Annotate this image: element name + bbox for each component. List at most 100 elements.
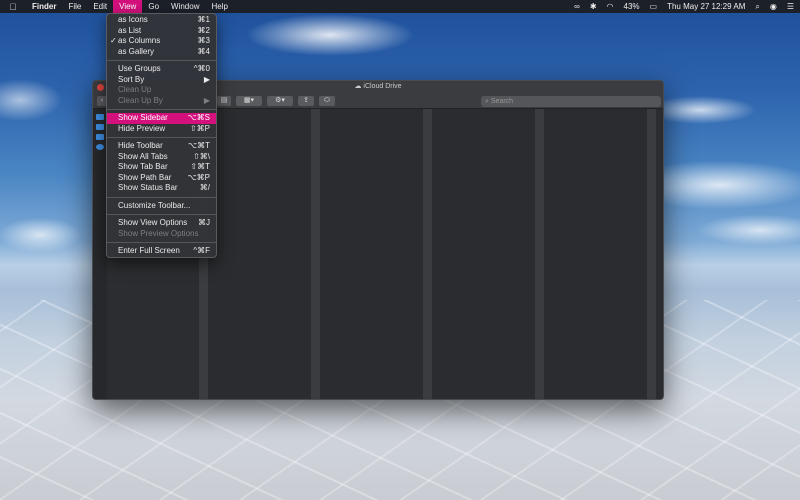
menu-item-show-tab-bar[interactable]: Show Tab Bar ⇧⌘T [107,162,216,173]
column-divider[interactable] [535,109,544,399]
tags-button[interactable]: ⬭ [319,96,335,106]
menu-separator [107,242,216,243]
menu-edit[interactable]: Edit [87,0,113,13]
column-divider[interactable] [311,109,320,399]
submenu-arrow-icon: ▶ [203,95,210,105]
menu-separator [107,137,216,138]
menu-item-shortcut: ⇧⌘P [189,123,210,133]
menu-item-shortcut: ⌘J [198,218,210,227]
menu-item-shortcut: ⇧⌘T [190,162,210,171]
action-menu-button[interactable]: ⚙▾ [267,96,293,106]
menu-separator [107,214,216,215]
menu-item-shortcut: ⌘3 [197,36,210,45]
menu-item-label: Hide Preview [118,123,166,133]
checkmark-icon: ✓ [110,36,117,45]
menu-item-show-status-bar[interactable]: Show Status Bar ⌘/ [107,183,216,194]
menu-item-label: Clean Up [118,85,152,94]
menu-item-label: Show Preview Options [118,228,199,238]
menu-item-shortcut: ⌥⌘T [187,141,210,150]
battery-percentage: 43% [623,2,640,11]
battery-icon[interactable]: ▭ [650,0,658,13]
siri-icon[interactable]: ◉ [770,0,777,13]
search-field[interactable]: ⌕ Search [481,96,661,107]
menu-item-shortcut: ⌘2 [197,25,210,35]
folder-icon[interactable] [96,124,104,130]
menu-item-show-path-bar[interactable]: Show Path Bar ⌥⌘P [107,173,216,184]
menu-item-customize-toolbar[interactable]: Customize Toolbar... [107,201,216,212]
column-divider[interactable] [423,109,432,399]
close-button[interactable] [97,84,104,91]
menu-item-label: as Icons [118,15,148,24]
menu-item-shortcut: ^⌘F [193,246,210,255]
menu-item-label: Customize Toolbar... [118,200,191,210]
apple-menu-icon[interactable]:  [0,2,26,12]
menu-item-label: Clean Up By [118,95,163,105]
menu-item-shortcut: ⇧⌘\ [193,151,210,161]
menu-item-label: as List [118,25,142,35]
menu-item-hide-toolbar[interactable]: Hide Toolbar ⌥⌘T [107,141,216,152]
menu-item-clean-up: Clean Up [107,85,216,96]
menu-item-label: Enter Full Screen [118,246,180,255]
menu-item-label: Hide Toolbar [118,141,163,150]
menu-separator [107,60,216,61]
column-browser[interactable] [199,109,663,399]
view-menu-dropdown: as Icons ⌘1 as List ⌘2 ✓ as Columns ⌘3 as Ga… [106,13,217,258]
menu-item-clean-up-by: Clean Up By ▶ [107,96,216,107]
menu-item-label: Show View Options [118,218,188,227]
menu-item-label: Show Tab Bar [118,162,168,171]
menu-item-show-view-options[interactable]: Show View Options ⌘J [107,218,216,229]
downloads-icon[interactable] [96,144,104,150]
menu-item-shortcut: ⌘4 [197,46,210,56]
notification-center-icon[interactable]: ☰ [787,0,794,13]
menu-item-hide-preview[interactable]: Hide Preview ⇧⌘P [107,124,216,135]
bluetooth-icon[interactable]: ✱ [590,0,597,13]
menu-finder[interactable]: Finder [26,0,62,13]
menu-view[interactable]: View [113,0,143,13]
folder-icon[interactable] [96,134,104,140]
sidebar [93,109,107,399]
search-placeholder: Search [490,98,514,105]
menu-item-label: as Columns [118,36,161,45]
column-divider[interactable] [647,109,656,399]
menu-item-label: as Gallery [118,46,155,56]
menu-item-label: Show Path Bar [118,172,172,182]
menu-separator [107,196,216,198]
menu-bar:  Finder File Edit View Go Window Help ∞… [0,0,800,13]
wifi-icon[interactable]: ◠ [607,0,614,13]
menu-file[interactable]: File [62,0,87,13]
menu-item-show-preview-options: Show Preview Options [107,229,216,240]
menu-item-show-all-tabs[interactable]: Show All Tabs ⇧⌘\ [107,152,216,163]
menu-go[interactable]: Go [142,0,165,13]
menu-item-label: Use Groups [118,64,161,73]
submenu-arrow-icon: ▶ [203,74,210,84]
menu-item-shortcut: ⌘1 [197,15,210,24]
share-button[interactable]: ⇪ [298,96,314,106]
menu-item-shortcut: ⌥⌘S [187,113,210,122]
menu-item-sort-by[interactable]: Sort By ▶ [107,75,216,86]
menu-item-as-gallery[interactable]: as Gallery ⌘4 [107,47,216,58]
folder-icon[interactable] [96,114,104,120]
group-by-button[interactable]: ▦▾ [236,96,262,106]
menu-item-shortcut: ^⌘0 [193,64,210,73]
menu-item-as-icons[interactable]: as Icons ⌘1 [107,15,216,26]
menu-item-as-columns[interactable]: ✓ as Columns ⌘3 [107,36,216,47]
menu-separator [107,109,216,110]
menu-item-label: Show Status Bar [118,183,178,192]
window-title: iCloud Drive [363,83,402,90]
menu-extras: ∞ ✱ ◠ 43% ▭ Thu May 27 12:29 AM ⌕ ◉ ☰ [574,0,800,13]
menu-item-show-sidebar[interactable]: Show Sidebar ⌥⌘S [107,113,216,124]
menu-item-label: Sort By [118,74,145,84]
menu-item-label: Show Sidebar [118,113,168,122]
view-mode-button[interactable]: ▤ [217,96,231,106]
spotlight-search-icon[interactable]: ⌕ [755,0,759,13]
menu-item-as-list[interactable]: as List ⌘2 [107,26,216,37]
clock[interactable]: Thu May 27 12:29 AM [667,0,745,13]
menu-item-enter-full-screen[interactable]: Enter Full Screen ^⌘F [107,246,216,257]
menu-item-shortcut: ⌥⌘P [187,172,210,182]
menu-item-shortcut: ⌘/ [199,183,210,192]
creative-cloud-icon[interactable]: ∞ [574,0,580,13]
menu-item-label: Show All Tabs [118,151,168,161]
menu-help[interactable]: Help [205,0,233,13]
menu-item-use-groups[interactable]: Use Groups ^⌘0 [107,64,216,75]
menu-window[interactable]: Window [165,0,205,13]
